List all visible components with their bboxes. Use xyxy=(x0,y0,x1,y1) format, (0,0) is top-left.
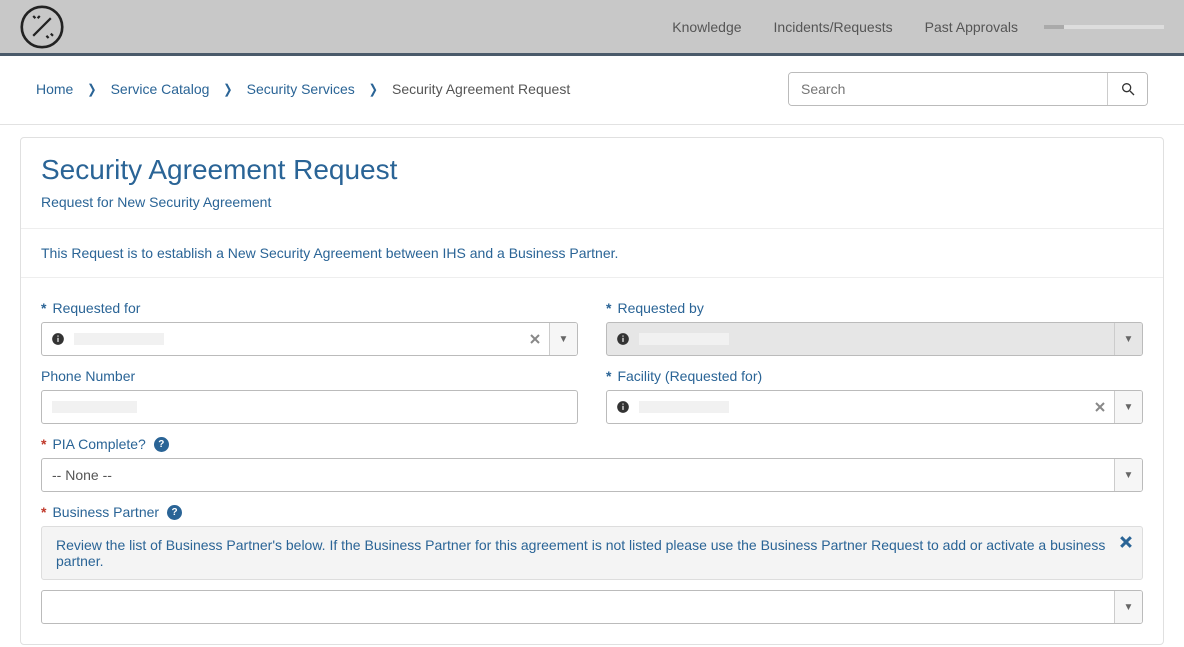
pia-select[interactable]: -- None -- ▼ xyxy=(41,458,1143,492)
card-header: Security Agreement Request Request for N… xyxy=(21,138,1163,229)
business-partner-label: Business Partner ? xyxy=(41,504,1143,520)
business-partner-value xyxy=(42,591,1114,623)
page-description: This Request is to establish a New Secur… xyxy=(21,229,1163,278)
alert-close-button[interactable] xyxy=(1120,535,1132,551)
phone-label: Phone Number xyxy=(41,368,578,384)
page-subtitle: Request for New Security Agreement xyxy=(41,194,1143,210)
requested-for-group: ▼ xyxy=(41,322,578,356)
breadcrumb-service-catalog[interactable]: Service Catalog xyxy=(111,81,210,97)
nav-progress-track xyxy=(1044,25,1164,29)
search-group xyxy=(788,72,1148,106)
pia-label: PIA Complete? ? xyxy=(41,436,1143,452)
form-card: Security Agreement Request Request for N… xyxy=(20,137,1164,645)
requested-by-label: Requested by xyxy=(606,300,1143,316)
close-icon xyxy=(1095,402,1105,412)
select-dropdown[interactable]: ▼ xyxy=(1114,459,1142,491)
chevron-right-icon: ❯ xyxy=(369,81,378,97)
clear-button[interactable] xyxy=(521,323,549,355)
select-dropdown[interactable]: ▼ xyxy=(1114,591,1142,623)
close-icon xyxy=(530,334,540,344)
page-title: Security Agreement Request xyxy=(41,154,1143,186)
sub-bar: Home ❯ Service Catalog ❯ Security Servic… xyxy=(0,56,1184,125)
chevron-right-icon: ❯ xyxy=(223,81,232,97)
requested-by-field xyxy=(639,323,1114,355)
lookup-dropdown[interactable]: ▼ xyxy=(549,323,577,355)
breadcrumb: Home ❯ Service Catalog ❯ Security Servic… xyxy=(36,81,788,97)
breadcrumb-security-services[interactable]: Security Services xyxy=(247,81,355,97)
facility-label: Facility (Requested for) xyxy=(606,368,1143,384)
breadcrumb-current: Security Agreement Request xyxy=(392,81,570,97)
logo xyxy=(20,5,64,49)
top-bar: Knowledge Incidents/Requests Past Approv… xyxy=(0,0,1184,56)
help-icon[interactable]: ? xyxy=(154,437,169,452)
info-icon[interactable] xyxy=(607,391,639,423)
facility-field[interactable] xyxy=(639,391,1086,423)
form-area: Requested for ▼ Requested by xyxy=(21,278,1163,644)
info-icon[interactable] xyxy=(607,323,639,355)
facility-group: ▼ xyxy=(606,390,1143,424)
phone-field[interactable] xyxy=(41,390,578,424)
requested-by-group: ▼ xyxy=(606,322,1143,356)
close-icon xyxy=(1120,536,1132,548)
search-input[interactable] xyxy=(789,73,1107,105)
lookup-dropdown: ▼ xyxy=(1114,323,1142,355)
requested-for-label: Requested for xyxy=(41,300,578,316)
breadcrumb-home[interactable]: Home xyxy=(36,81,73,97)
help-icon[interactable]: ? xyxy=(167,505,182,520)
clear-button[interactable] xyxy=(1086,391,1114,423)
pia-value: -- None -- xyxy=(42,459,1114,491)
info-icon[interactable] xyxy=(42,323,74,355)
search-button[interactable] xyxy=(1107,73,1147,105)
lookup-dropdown[interactable]: ▼ xyxy=(1114,391,1142,423)
chevron-right-icon: ❯ xyxy=(87,81,96,97)
business-partner-select[interactable]: ▼ xyxy=(41,590,1143,624)
search-icon xyxy=(1120,81,1136,97)
nav-knowledge[interactable]: Knowledge xyxy=(656,19,757,35)
requested-for-field[interactable] xyxy=(74,323,521,355)
business-partner-info: Review the list of Business Partner's be… xyxy=(41,526,1143,580)
nav-past-approvals[interactable]: Past Approvals xyxy=(909,19,1034,35)
nav-incidents[interactable]: Incidents/Requests xyxy=(758,19,909,35)
